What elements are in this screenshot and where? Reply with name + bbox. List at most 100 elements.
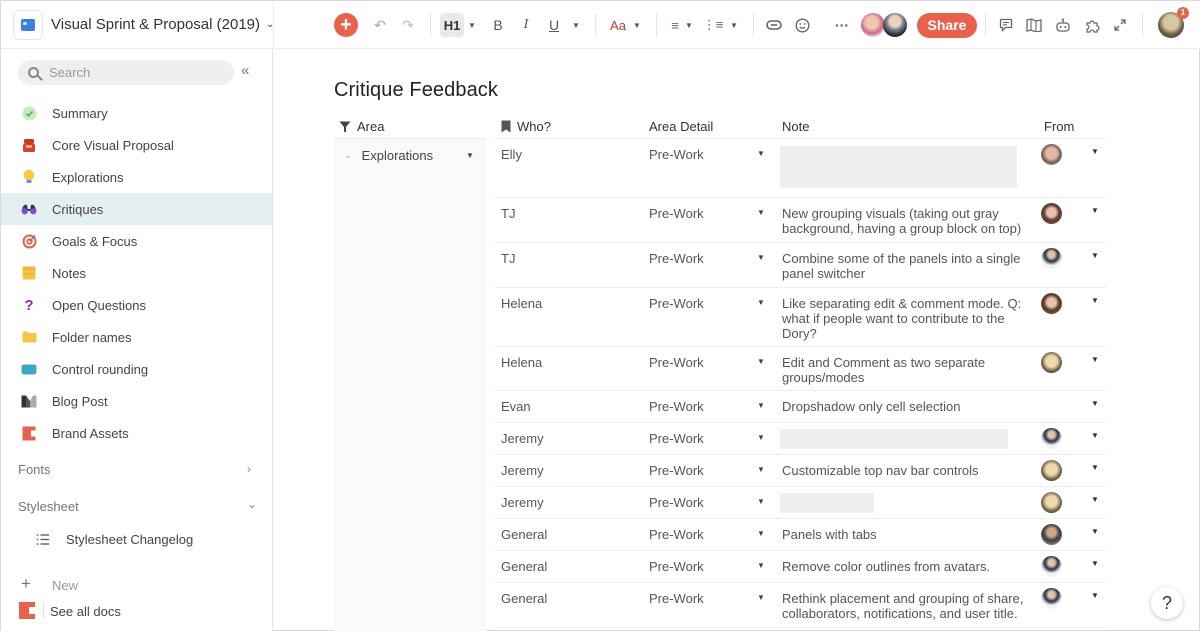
sidebar-item-notes[interactable]: Notes xyxy=(1,257,272,289)
table-row[interactable]: General Pre-Work ▼ Remove color outlines fr… xyxy=(495,551,1106,583)
cell-note[interactable]: Edit and Comment as two separate groups/… xyxy=(782,355,1032,385)
dropdown-caret-icon[interactable]: ▼ xyxy=(757,465,765,474)
underline-caret-icon[interactable]: ▼ xyxy=(571,13,581,37)
share-button[interactable]: Share xyxy=(917,13,977,38)
dropdown-caret-icon[interactable]: ▼ xyxy=(757,298,765,307)
section-fonts[interactable]: Fonts xyxy=(18,462,51,477)
dropdown-caret-icon[interactable]: ▼ xyxy=(1091,399,1099,408)
map-icon[interactable] xyxy=(1025,13,1043,37)
dropdown-caret-icon[interactable]: ▼ xyxy=(1091,527,1099,536)
sidebar-item-brand-assets[interactable]: Brand Assets xyxy=(1,417,272,449)
table-row[interactable]: Jeremy Pre-Work ▼ Customizable top nav bar … xyxy=(495,455,1106,487)
from-avatar[interactable] xyxy=(1041,203,1062,224)
from-avatar[interactable] xyxy=(1041,293,1062,314)
dropdown-caret-icon[interactable]: ▼ xyxy=(757,401,765,410)
table-row[interactable]: TJ Pre-Work ▼ New grouping visuals (taking … xyxy=(495,198,1106,243)
link-icon[interactable] xyxy=(765,13,783,37)
emoji-icon[interactable] xyxy=(793,13,811,37)
redacted-note[interactable] xyxy=(780,429,1008,449)
cell-who[interactable]: Evan xyxy=(501,399,531,414)
dropdown-caret-icon[interactable]: ▼ xyxy=(757,561,765,570)
dropdown-caret-icon[interactable]: ▼ xyxy=(1091,206,1099,215)
redacted-note[interactable] xyxy=(780,493,874,513)
help-button[interactable]: ? xyxy=(1151,587,1183,619)
dropdown-caret-icon[interactable]: ▼ xyxy=(1091,463,1099,472)
redo-icon[interactable]: ↷ xyxy=(399,13,417,37)
cell-area-detail[interactable]: Pre-Work xyxy=(649,251,704,266)
undo-icon[interactable]: ↶ xyxy=(371,13,389,37)
cell-who[interactable]: Jeremy xyxy=(501,463,544,478)
cell-who[interactable]: Jeremy xyxy=(501,431,544,446)
cell-who[interactable]: General xyxy=(501,591,547,606)
dropdown-caret-icon[interactable]: ▼ xyxy=(757,529,765,538)
heading-button[interactable]: H1 xyxy=(440,13,464,37)
chevron-down-icon[interactable]: ⌄ xyxy=(344,150,352,161)
sidebar-item-summary[interactable]: Summary xyxy=(1,97,272,129)
cell-area-detail[interactable]: Pre-Work xyxy=(649,296,704,311)
new-doc-button[interactable]: New xyxy=(52,578,78,593)
text-style-caret-icon[interactable]: ▼ xyxy=(632,13,642,37)
from-avatar[interactable] xyxy=(1041,524,1062,545)
collapse-sidebar-icon[interactable]: « xyxy=(241,62,249,79)
column-header-area[interactable]: Area xyxy=(339,119,384,134)
column-header-from[interactable]: From xyxy=(1044,119,1074,134)
from-avatar[interactable] xyxy=(1041,144,1062,165)
cell-note[interactable]: Rethink placement and grouping of share,… xyxy=(782,591,1032,621)
cell-who[interactable]: TJ xyxy=(501,206,515,221)
bullet-list-icon[interactable]: ⋮≡ xyxy=(703,13,724,37)
collaborator-avatar[interactable] xyxy=(883,13,907,37)
sidebar-item-explorations[interactable]: Explorations xyxy=(1,161,272,193)
dropdown-caret-icon[interactable]: ▼ xyxy=(1091,495,1099,504)
dropdown-caret-icon[interactable]: ▼ xyxy=(757,593,765,602)
table-row[interactable]: Evan Pre-Work ▼ Dropshadow only cell select… xyxy=(495,391,1106,423)
group-explorations[interactable]: ⌄ Explorations ▼ xyxy=(344,148,474,163)
search-input[interactable]: Search xyxy=(18,60,234,85)
heading-caret-icon[interactable]: ▼ xyxy=(467,13,477,37)
dropdown-caret-icon[interactable]: ▼ xyxy=(757,149,765,158)
cell-area-detail[interactable]: Pre-Work xyxy=(649,463,704,478)
cell-who[interactable]: Helena xyxy=(501,296,542,311)
dropdown-caret-icon[interactable]: ▼ xyxy=(466,151,474,160)
table-row[interactable]: Helena Pre-Work ▼ Edit and Comment as two s… xyxy=(495,347,1106,391)
table-row[interactable]: Jeremy Pre-Work ▼ ▼ xyxy=(495,423,1106,455)
cell-note[interactable]: Panels with tabs xyxy=(782,527,1032,542)
dropdown-caret-icon[interactable]: ▼ xyxy=(1091,355,1099,364)
from-avatar[interactable] xyxy=(1041,460,1062,481)
from-avatar[interactable] xyxy=(1041,588,1062,609)
from-avatar[interactable] xyxy=(1041,352,1062,373)
underline-button[interactable]: U xyxy=(546,13,562,37)
dropdown-caret-icon[interactable]: ▼ xyxy=(1091,296,1099,305)
cell-area-detail[interactable]: Pre-Work xyxy=(649,431,704,446)
from-avatar[interactable] xyxy=(1041,492,1062,513)
section-stylesheet[interactable]: Stylesheet xyxy=(18,499,79,514)
table-row[interactable]: General Pre-Work ▼ Panels with tabs ▼ xyxy=(495,519,1106,551)
text-style-button[interactable]: Aa xyxy=(607,13,629,37)
cell-area-detail[interactable]: Pre-Work xyxy=(649,591,704,606)
cell-who[interactable]: General xyxy=(501,559,547,574)
doc-title-menu[interactable]: Visual Sprint & Proposal (2019) ⌄ xyxy=(51,16,274,33)
redacted-note[interactable] xyxy=(780,146,1017,188)
cell-who[interactable]: TJ xyxy=(501,251,515,266)
cell-area-detail[interactable]: Pre-Work xyxy=(649,495,704,510)
dropdown-caret-icon[interactable]: ▼ xyxy=(757,433,765,442)
plus-icon[interactable]: + xyxy=(21,574,31,594)
cell-who[interactable]: Jeremy xyxy=(501,495,544,510)
sidebar-item-goals-focus[interactable]: Goals & Focus xyxy=(1,225,272,257)
dropdown-caret-icon[interactable]: ▼ xyxy=(1091,431,1099,440)
column-header-area-detail[interactable]: Area Detail xyxy=(649,119,713,134)
collaborator-avatar[interactable] xyxy=(861,13,885,37)
sidebar-item-open-questions[interactable]: ? Open Questions xyxy=(1,289,272,321)
puzzle-icon[interactable] xyxy=(1083,13,1101,37)
expand-icon[interactable] xyxy=(1111,13,1129,37)
sidebar-item-critiques[interactable]: Critiques xyxy=(1,193,272,225)
cell-note[interactable]: Remove color outlines from avatars. xyxy=(782,559,1032,574)
doc-image-icon[interactable] xyxy=(13,10,43,40)
sidebar-item-stylesheet-changelog[interactable]: Stylesheet Changelog xyxy=(1,523,272,555)
insert-button[interactable]: + xyxy=(334,13,358,37)
table-row[interactable]: Elly Pre-Work ▼ ▼ xyxy=(495,139,1106,198)
notification-badge[interactable]: 1 xyxy=(1177,7,1189,19)
bold-button[interactable]: B xyxy=(490,13,506,37)
cell-note[interactable]: Customizable top nav bar controls xyxy=(782,463,1032,478)
cell-note[interactable]: New grouping visuals (taking out gray ba… xyxy=(782,206,1032,236)
cell-area-detail[interactable]: Pre-Work xyxy=(649,355,704,370)
